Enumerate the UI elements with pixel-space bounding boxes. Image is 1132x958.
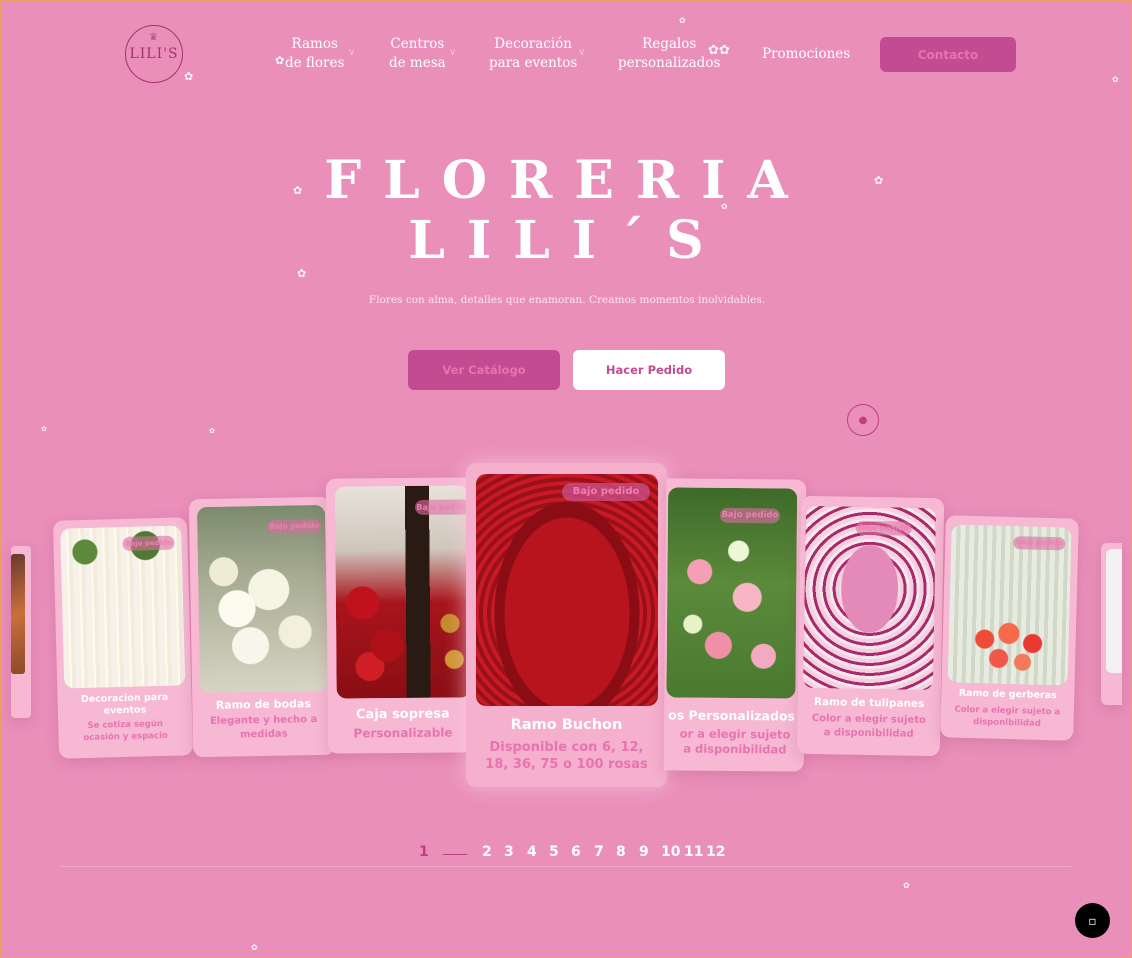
availability-badge: Bajo pedido xyxy=(719,507,781,524)
page-link[interactable]: 3 xyxy=(504,844,514,860)
scroll-indicator-button[interactable]: ● xyxy=(847,404,879,436)
card-description: Disponible con 6, 12, 18, 36, 75 o 100 r… xyxy=(485,740,648,772)
page-link[interactable]: 10 xyxy=(661,844,680,860)
lotus-icon: ✿✿ xyxy=(708,43,730,58)
nav-ramos-de-flores[interactable]: Ramos de flores xyxy=(285,35,344,73)
carousel-card[interactable]: Bajo pedido Ramo de gerberas Color a ele… xyxy=(940,515,1079,741)
chevron-down-icon[interactable]: ∨ xyxy=(348,47,355,58)
nav-promociones[interactable]: Promociones xyxy=(762,45,850,64)
availability-badge: Bajo pedido xyxy=(414,499,471,515)
card-description: Color a elegir sujeto a disponibilidad xyxy=(811,712,926,740)
nav-regalos-personalizados[interactable]: Regalos personalizados xyxy=(618,35,720,73)
logo[interactable]: ♛ LILI'S xyxy=(125,25,183,83)
product-image: Bajo pedido xyxy=(947,524,1072,686)
page-link[interactable]: 5 xyxy=(549,844,559,860)
lotus-icon: ✿ xyxy=(184,70,194,83)
carousel-card[interactable]: Bajo pedido Decoracion para eventos Se c… xyxy=(52,517,194,759)
card-description: Personalizable xyxy=(353,725,453,741)
carousel-card-active[interactable]: Bajo pedido Ramo Buchon Disponible con 6… xyxy=(466,463,667,787)
hero-subtitle: Flores con alma, detalles que enamoran. … xyxy=(368,294,766,306)
page-link[interactable]: 9 xyxy=(639,844,649,860)
page-link[interactable]: 11 xyxy=(684,844,703,860)
carousel-card[interactable]: Bajo pedido os Personalizados or a elegi… xyxy=(663,478,807,772)
card-title: Decoracion para eventos xyxy=(80,691,169,717)
availability-badge: Bajo pedido xyxy=(562,483,650,501)
chat-icon[interactable]: ▫ xyxy=(1075,903,1110,938)
view-catalog-button[interactable]: Ver Catálogo xyxy=(408,350,560,390)
place-order-button[interactable]: Hacer Pedido xyxy=(573,350,725,390)
card-description: Elegante y hecho a medidas xyxy=(209,714,318,741)
sparkle-icon: ✿ xyxy=(41,425,47,433)
page-link[interactable]: 4 xyxy=(527,844,537,860)
carousel-card-partial[interactable] xyxy=(1101,543,1122,705)
sparkle-icon: ✿ xyxy=(679,16,686,25)
card-description: Color a elegir sujeto a disponibilidad xyxy=(954,704,1061,729)
page-indicator-line xyxy=(443,854,467,855)
nav-label-line2: de mesa xyxy=(389,55,446,71)
nav-label-line1: Ramos xyxy=(291,36,338,52)
product-image: Bajo pedido xyxy=(60,525,186,689)
carousel-card[interactable]: Bajo pedido Ramo de tulipanes Color a el… xyxy=(796,495,945,757)
page-link[interactable]: 8 xyxy=(616,844,626,860)
product-image xyxy=(11,554,25,674)
carousel-card[interactable]: Bajo pedido Ramo de bodas Elegante y hec… xyxy=(188,496,336,758)
nav-label-line1: Decoración xyxy=(494,36,572,52)
carousel-card-partial[interactable] xyxy=(11,546,31,718)
hero-title-line1: FLORERIA xyxy=(324,150,810,211)
page-current[interactable]: 1 xyxy=(419,844,429,860)
nav-label-line2: de flores xyxy=(285,55,345,71)
product-image: Bajo pedido xyxy=(334,485,471,699)
logo-text: LILI'S xyxy=(129,46,179,62)
card-description: or a elegir sujeto a disponibilidad xyxy=(679,726,791,757)
sparkle-icon: ✿ xyxy=(903,881,910,890)
nav-centros-de-mesa[interactable]: Centros de mesa xyxy=(389,35,446,73)
product-image: Bajo pedido xyxy=(196,504,329,694)
card-description: Se cotiza según ocasión y espacio xyxy=(83,718,168,744)
contact-button[interactable]: Contacto xyxy=(880,37,1016,72)
nav-decoracion-para-eventos[interactable]: Decoración para eventos xyxy=(489,35,577,73)
availability-badge: Bajo pedido xyxy=(1013,536,1066,551)
card-title: os Personalizados xyxy=(668,707,796,724)
product-image xyxy=(1106,549,1122,673)
chevron-down-icon[interactable]: ∨ xyxy=(449,47,456,58)
card-title: Ramo de bodas xyxy=(215,697,312,712)
sparkle-icon: ✿ xyxy=(209,427,215,435)
availability-badge: Bajo pedido xyxy=(122,535,175,551)
page-link[interactable]: 6 xyxy=(571,844,581,860)
availability-badge: Bajo pedido xyxy=(267,518,322,534)
chevron-down-icon[interactable]: ∨ xyxy=(578,47,585,58)
product-image: Bajo pedido xyxy=(802,505,937,691)
availability-badge: Bajo pedido xyxy=(855,520,912,536)
card-title: Ramo de tulipanes xyxy=(813,696,925,710)
nav-label-line1: Promociones xyxy=(762,46,851,62)
lotus-icon: ✿ xyxy=(275,54,285,67)
nav-label-line1: Centros xyxy=(390,36,445,52)
page-link[interactable]: 2 xyxy=(482,844,492,860)
hero-title-line2: LILI´S xyxy=(408,210,726,271)
card-title: Ramo Buchon xyxy=(510,717,623,733)
divider xyxy=(61,866,1071,867)
carousel-card[interactable]: Bajo pedido Caja sopresa Personalizable xyxy=(325,477,479,754)
product-image: Bajo pedido xyxy=(476,474,658,706)
product-image: Bajo pedido xyxy=(666,487,798,699)
page-link[interactable]: 12 xyxy=(706,844,725,860)
nav-label-line2: para eventos xyxy=(489,55,578,71)
card-title: Ramo de gerberas xyxy=(958,687,1057,702)
nav-label-line2: personalizados xyxy=(618,55,721,71)
sparkle-icon: ✿ xyxy=(251,943,258,952)
sparkle-icon: ✿ xyxy=(1112,75,1119,84)
card-title: Caja sopresa xyxy=(355,706,450,723)
nav-label-line1: Regalos xyxy=(642,36,697,52)
crown-icon: ♛ xyxy=(149,32,159,43)
page-link[interactable]: 7 xyxy=(594,844,604,860)
